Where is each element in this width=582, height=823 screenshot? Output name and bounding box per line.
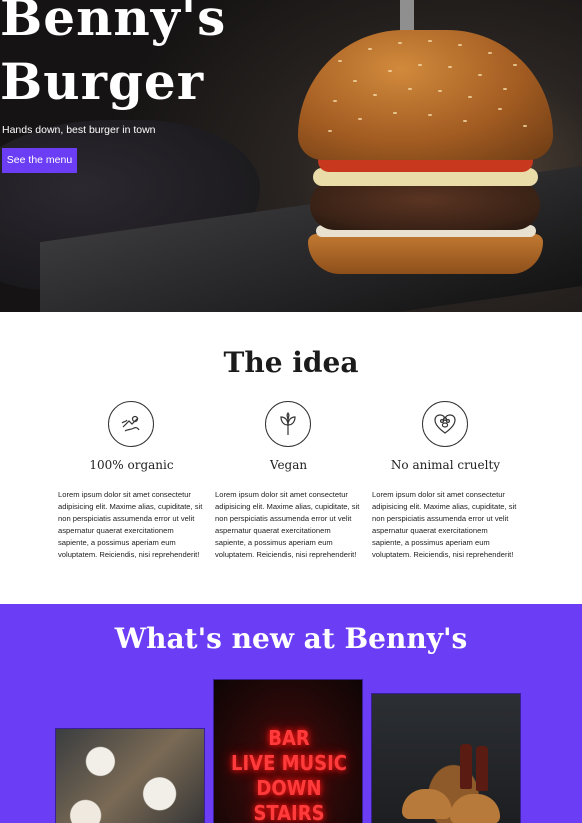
sesame-seed [503, 88, 507, 90]
feature-title: Vegan [269, 458, 308, 472]
sesame-seed [498, 108, 502, 110]
see-menu-button[interactable]: See the menu [2, 148, 77, 173]
sesame-seed [358, 118, 362, 120]
sesame-seed [428, 40, 432, 42]
neon-line: STAIRS [253, 801, 325, 823]
burger-image [450, 794, 500, 823]
cola-bottle [476, 746, 488, 791]
sesame-seed [523, 125, 527, 127]
neon-line: LIVE MUSIC [230, 751, 347, 775]
sesame-seed [408, 88, 412, 90]
burger-image [402, 789, 452, 819]
sesame-seed [438, 90, 442, 92]
sesame-seed [373, 94, 377, 96]
hero-title-line1: Benny's [0, 0, 227, 47]
plant-icon [265, 401, 311, 447]
feature-title: 100% organic [89, 458, 174, 472]
neon-sign-text: BAR LIVE MUSIC DOWN STAIRS [214, 726, 362, 823]
sesame-seed [368, 48, 372, 50]
sesame-seed [458, 44, 462, 46]
sesame-seed [338, 60, 342, 62]
neon-line: BAR [268, 726, 310, 750]
sesame-seed [488, 52, 492, 54]
sesame-seed [388, 70, 392, 72]
sesame-seed [478, 74, 482, 76]
hero-section: Benny's Burger Hands down, best burger i… [0, 0, 582, 312]
hero-subtitle: Hands down, best burger in town [2, 124, 156, 136]
news-card-burgers-photo[interactable] [371, 693, 521, 823]
feature-text: Lorem ipsum dolor sit amet consectetur a… [215, 490, 360, 559]
news-card-neon-photo[interactable]: BAR LIVE MUSIC DOWN STAIRS [213, 679, 363, 823]
heart-paw-icon [422, 401, 468, 447]
neon-line: DOWN [256, 776, 322, 800]
news-title: What's new at Benny's [114, 622, 468, 655]
news-section: What's new at Benny's BAR LIVE MUSIC DOW… [0, 604, 582, 823]
organic-icon [108, 401, 154, 447]
cola-bottle [460, 744, 472, 789]
sesame-seed [418, 64, 422, 66]
hero-title: Benny's Burger [0, 0, 300, 114]
hero-burger-image [298, 20, 553, 274]
sesame-seed [468, 96, 472, 98]
sesame-seed [393, 112, 397, 114]
news-card-table-photo[interactable] [55, 728, 205, 823]
sesame-seed [513, 64, 517, 66]
sesame-seed [328, 130, 332, 132]
sesame-seed [463, 120, 467, 122]
feature-text: Lorem ipsum dolor sit amet consectetur a… [58, 490, 203, 559]
sesame-seed [398, 42, 402, 44]
sesame-seed [353, 80, 357, 82]
hero-title-line2: Burger [0, 52, 205, 111]
feature-title: No animal cruelty [390, 458, 501, 472]
sesame-seed [333, 100, 337, 102]
feature-text: Lorem ipsum dolor sit amet consectetur a… [372, 490, 517, 559]
sesame-seed [428, 114, 432, 116]
sesame-seed [448, 66, 452, 68]
idea-title: The idea [223, 346, 359, 379]
